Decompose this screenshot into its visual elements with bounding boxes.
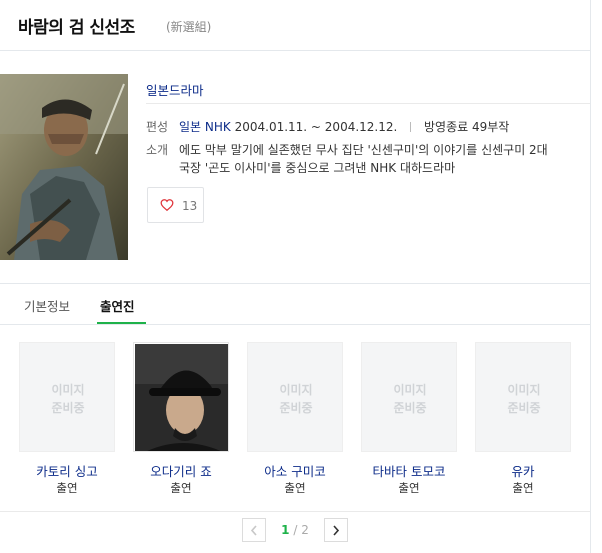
cast-name[interactable]: 유카 <box>475 461 571 480</box>
pager-divider <box>0 511 590 512</box>
chevron-left-icon <box>250 525 257 536</box>
page-title: 바람의 검 신선조 <box>18 18 135 38</box>
summary-label: 소개 <box>146 143 169 157</box>
title-bar: 바람의 검 신선조 (新選組) <box>0 0 590 51</box>
cast-photo[interactable] <box>133 342 229 452</box>
cast-name[interactable]: 타바타 토모코 <box>361 461 457 480</box>
summary-line-2: 국장 '곤도 이사미'를 중심으로 그려낸 NHK 대하드라마 <box>179 161 456 175</box>
cast-image-placeholder[interactable]: 이미지 준비중 <box>247 342 343 452</box>
tab-divider <box>0 324 590 325</box>
cast-role: 출연 <box>284 481 306 495</box>
cast-name[interactable]: 오다기리 죠 <box>133 461 229 480</box>
summary-line-1: 에도 막부 말기에 실존했던 무사 집단 '신센구미'의 이야기를 신센구미 2… <box>179 143 548 157</box>
cast-image-placeholder[interactable]: 이미지 준비중 <box>361 342 457 452</box>
section-divider <box>0 283 590 284</box>
broadcast-dates: 2004.01.11. ~ 2004.12.12. <box>234 120 398 134</box>
placeholder-text: 이미지 준비중 <box>51 383 85 415</box>
original-title: (新選組) <box>166 20 212 34</box>
right-border <box>590 0 591 553</box>
broadcaster-link[interactable]: 일본 NHK <box>179 120 231 134</box>
next-page-button[interactable] <box>324 518 348 542</box>
placeholder-text: 이미지 준비중 <box>507 383 541 415</box>
placeholder-text: 이미지 준비중 <box>393 383 427 415</box>
cast-name[interactable]: 아소 구미코 <box>247 461 343 480</box>
schedule-label: 편성 <box>146 120 169 134</box>
placeholder-text: 이미지 준비중 <box>279 383 313 415</box>
like-count: 13 <box>182 199 198 213</box>
heart-icon <box>160 199 174 212</box>
cast-role: 출연 <box>398 481 420 495</box>
cast-name[interactable]: 카토리 싱고 <box>19 461 115 480</box>
page-indicator: 1 / 2 <box>281 523 309 537</box>
prev-page-button[interactable] <box>242 518 266 542</box>
divider <box>146 103 590 104</box>
like-button[interactable]: 13 <box>147 187 204 223</box>
broadcast-status: 방영종료 49부작 <box>423 120 510 134</box>
chevron-right-icon <box>333 525 340 536</box>
cast-image-placeholder[interactable]: 이미지 준비중 <box>19 342 115 452</box>
genre-link[interactable]: 일본드라마 <box>146 80 204 99</box>
cast-role: 출연 <box>56 481 78 495</box>
cast-role: 출연 <box>170 481 192 495</box>
tab-cast[interactable]: 출연진 <box>100 296 135 315</box>
poster-image[interactable] <box>0 74 128 260</box>
cast-role: 출연 <box>512 481 534 495</box>
schedule-row: 일본 NHK 2004.01.11. ~ 2004.12.12. 방영종료 49… <box>179 118 509 135</box>
cast-image-placeholder[interactable]: 이미지 준비중 <box>475 342 571 452</box>
tab-basic-info[interactable]: 기본정보 <box>24 296 70 315</box>
separator <box>410 122 412 132</box>
